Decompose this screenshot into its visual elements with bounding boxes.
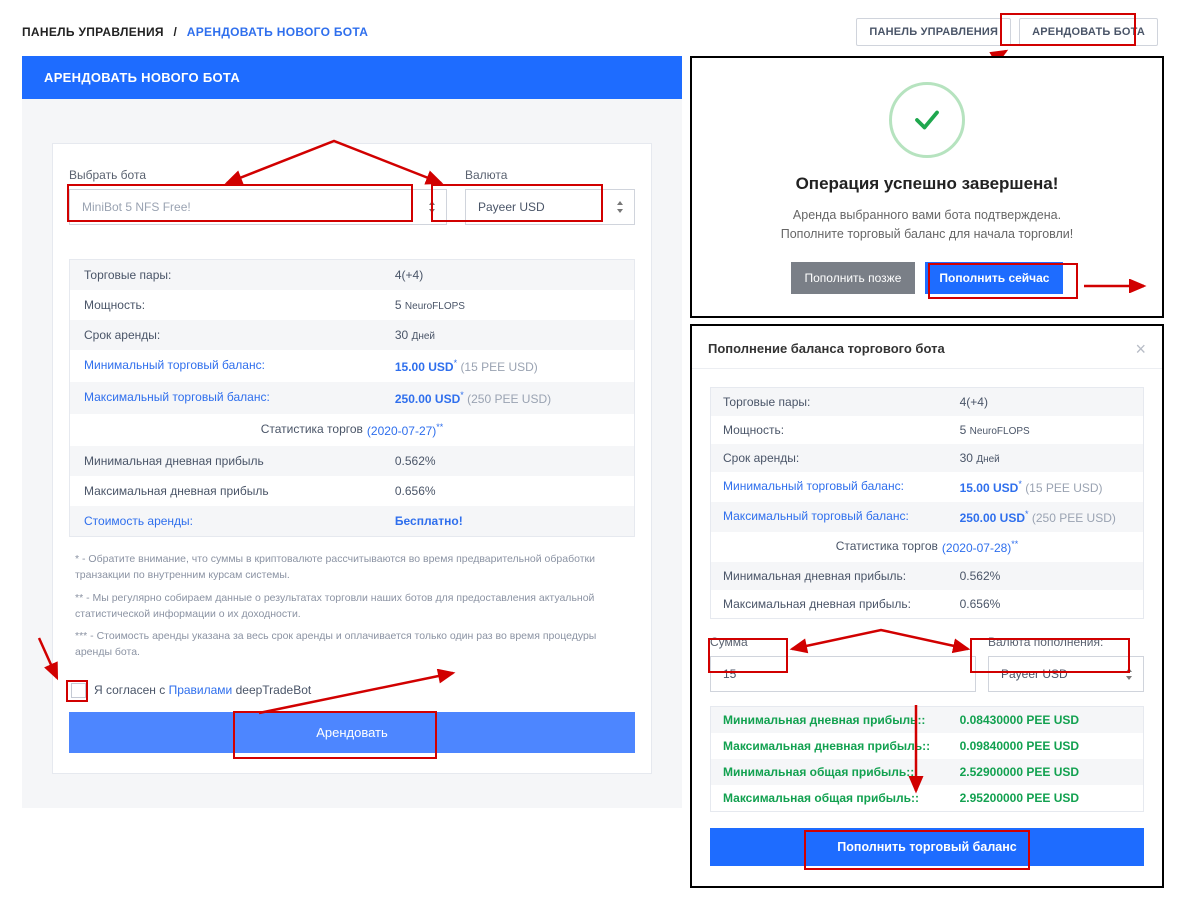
stats-header-row: Статистика торгов (2020-07-28)** <box>711 532 1143 562</box>
breadcrumb-dashboard[interactable]: ПАНЕЛЬ УПРАВЛЕНИЯ <box>22 25 164 39</box>
amount-label: Сумма <box>710 635 976 649</box>
table-row: Минимальная дневная прибыль:0.562% <box>711 562 1143 590</box>
success-modal: Операция успешно завершена! Аренда выбра… <box>690 56 1164 318</box>
breadcrumb-sep: / <box>174 25 178 39</box>
close-icon[interactable]: × <box>1135 340 1146 358</box>
agree-checkbox[interactable] <box>71 683 86 698</box>
footnotes: * - Обратите внимание, что суммы в крипт… <box>69 537 635 671</box>
table-row: Минимальный торговый баланс:15.00 USD* (… <box>711 472 1143 502</box>
table-row: Максимальная дневная прибыль0.656% <box>70 476 634 506</box>
profit-table: Минимальная дневная прибыль::0.08430000 … <box>710 706 1144 812</box>
breadcrumb: ПАНЕЛЬ УПРАВЛЕНИЯ / АРЕНДОВАТЬ НОВОГО БО… <box>22 25 368 39</box>
table-row: Торговые пары:4(+4) <box>711 388 1143 416</box>
select-bot-value: MiniBot 5 NFS Free! <box>82 200 191 214</box>
topup-later-button[interactable]: Пополнить позже <box>791 262 916 294</box>
select-bot-label: Выбрать бота <box>69 168 447 182</box>
topup-currency-select[interactable]: Payeer USD <box>988 656 1144 692</box>
topup-modal: Пополнение баланса торгового бота × Торг… <box>690 324 1164 888</box>
check-circle-icon <box>889 82 965 158</box>
table-row: Срок аренды:30 Дней <box>70 320 634 350</box>
rules-link[interactable]: Правилами <box>169 683 233 697</box>
currency-label: Валюта <box>465 168 635 182</box>
table-row: Максимальная дневная прибыль::0.09840000… <box>711 733 1143 759</box>
table-row: Мощность:5 NeuroFLOPS <box>711 416 1143 444</box>
topup-currency-label: Валюта пополнения: <box>988 635 1144 649</box>
modal-text: Аренда выбранного вами бота подтверждена… <box>712 206 1142 244</box>
table-row: Мощность:5 NeuroFLOPS <box>70 290 634 320</box>
table-row: Минимальная дневная прибыль::0.08430000 … <box>711 707 1143 733</box>
table-row: Срок аренды:30 Дней <box>711 444 1143 472</box>
agree-row[interactable]: Я согласен с Правилами deepTradeBot <box>69 671 635 712</box>
topup-currency-value: Payeer USD <box>1001 667 1068 681</box>
nav-dashboard-button[interactable]: ПАНЕЛЬ УПРАВЛЕНИЯ <box>856 18 1011 46</box>
table-row: Минимальная общая прибыль::2.52900000 PE… <box>711 759 1143 785</box>
topup-stats-table: Торговые пары:4(+4) Мощность:5 NeuroFLOP… <box>710 387 1144 619</box>
breadcrumb-current: АРЕНДОВАТЬ НОВОГО БОТА <box>187 25 368 39</box>
table-row: Торговые пары:4(+4) <box>70 260 634 290</box>
select-bot[interactable]: MiniBot 5 NFS Free! <box>69 189 447 225</box>
modal-title: Операция успешно завершена! <box>712 174 1142 194</box>
table-row: Максимальная дневная прибыль:0.656% <box>711 590 1143 618</box>
rent-button[interactable]: Арендовать <box>69 712 635 753</box>
stats-header-row: Статистика торгов (2020-07-27)** <box>70 414 634 446</box>
currency-value: Payeer USD <box>478 200 545 214</box>
table-row: Минимальная дневная прибыль0.562% <box>70 446 634 476</box>
topup-submit-button[interactable]: Пополнить торговый баланс <box>710 828 1144 866</box>
amount-input[interactable]: 15 <box>710 656 976 692</box>
table-row: Максимальный торговый баланс:250.00 USD*… <box>70 382 634 414</box>
table-row: Максимальная общая прибыль::2.95200000 P… <box>711 785 1143 811</box>
table-row: Минимальный торговый баланс:15.00 USD* (… <box>70 350 634 382</box>
currency-select[interactable]: Payeer USD <box>465 189 635 225</box>
table-row: Стоимость аренды:Бесплатно! <box>70 506 634 536</box>
agree-text: Я согласен с Правилами deepTradeBot <box>94 683 311 697</box>
panel-title: АРЕНДОВАТЬ НОВОГО БОТА <box>22 56 682 99</box>
topup-modal-title: Пополнение баланса торгового бота <box>708 341 945 356</box>
topup-now-button[interactable]: Пополнить сейчас <box>925 262 1063 294</box>
table-row: Максимальный торговый баланс:250.00 USD*… <box>711 502 1143 532</box>
nav-rent-bot-button[interactable]: АРЕНДОВАТЬ БОТА <box>1019 18 1158 46</box>
bot-stats-table: Торговые пары:4(+4) Мощность:5 NeuroFLOP… <box>69 259 635 537</box>
